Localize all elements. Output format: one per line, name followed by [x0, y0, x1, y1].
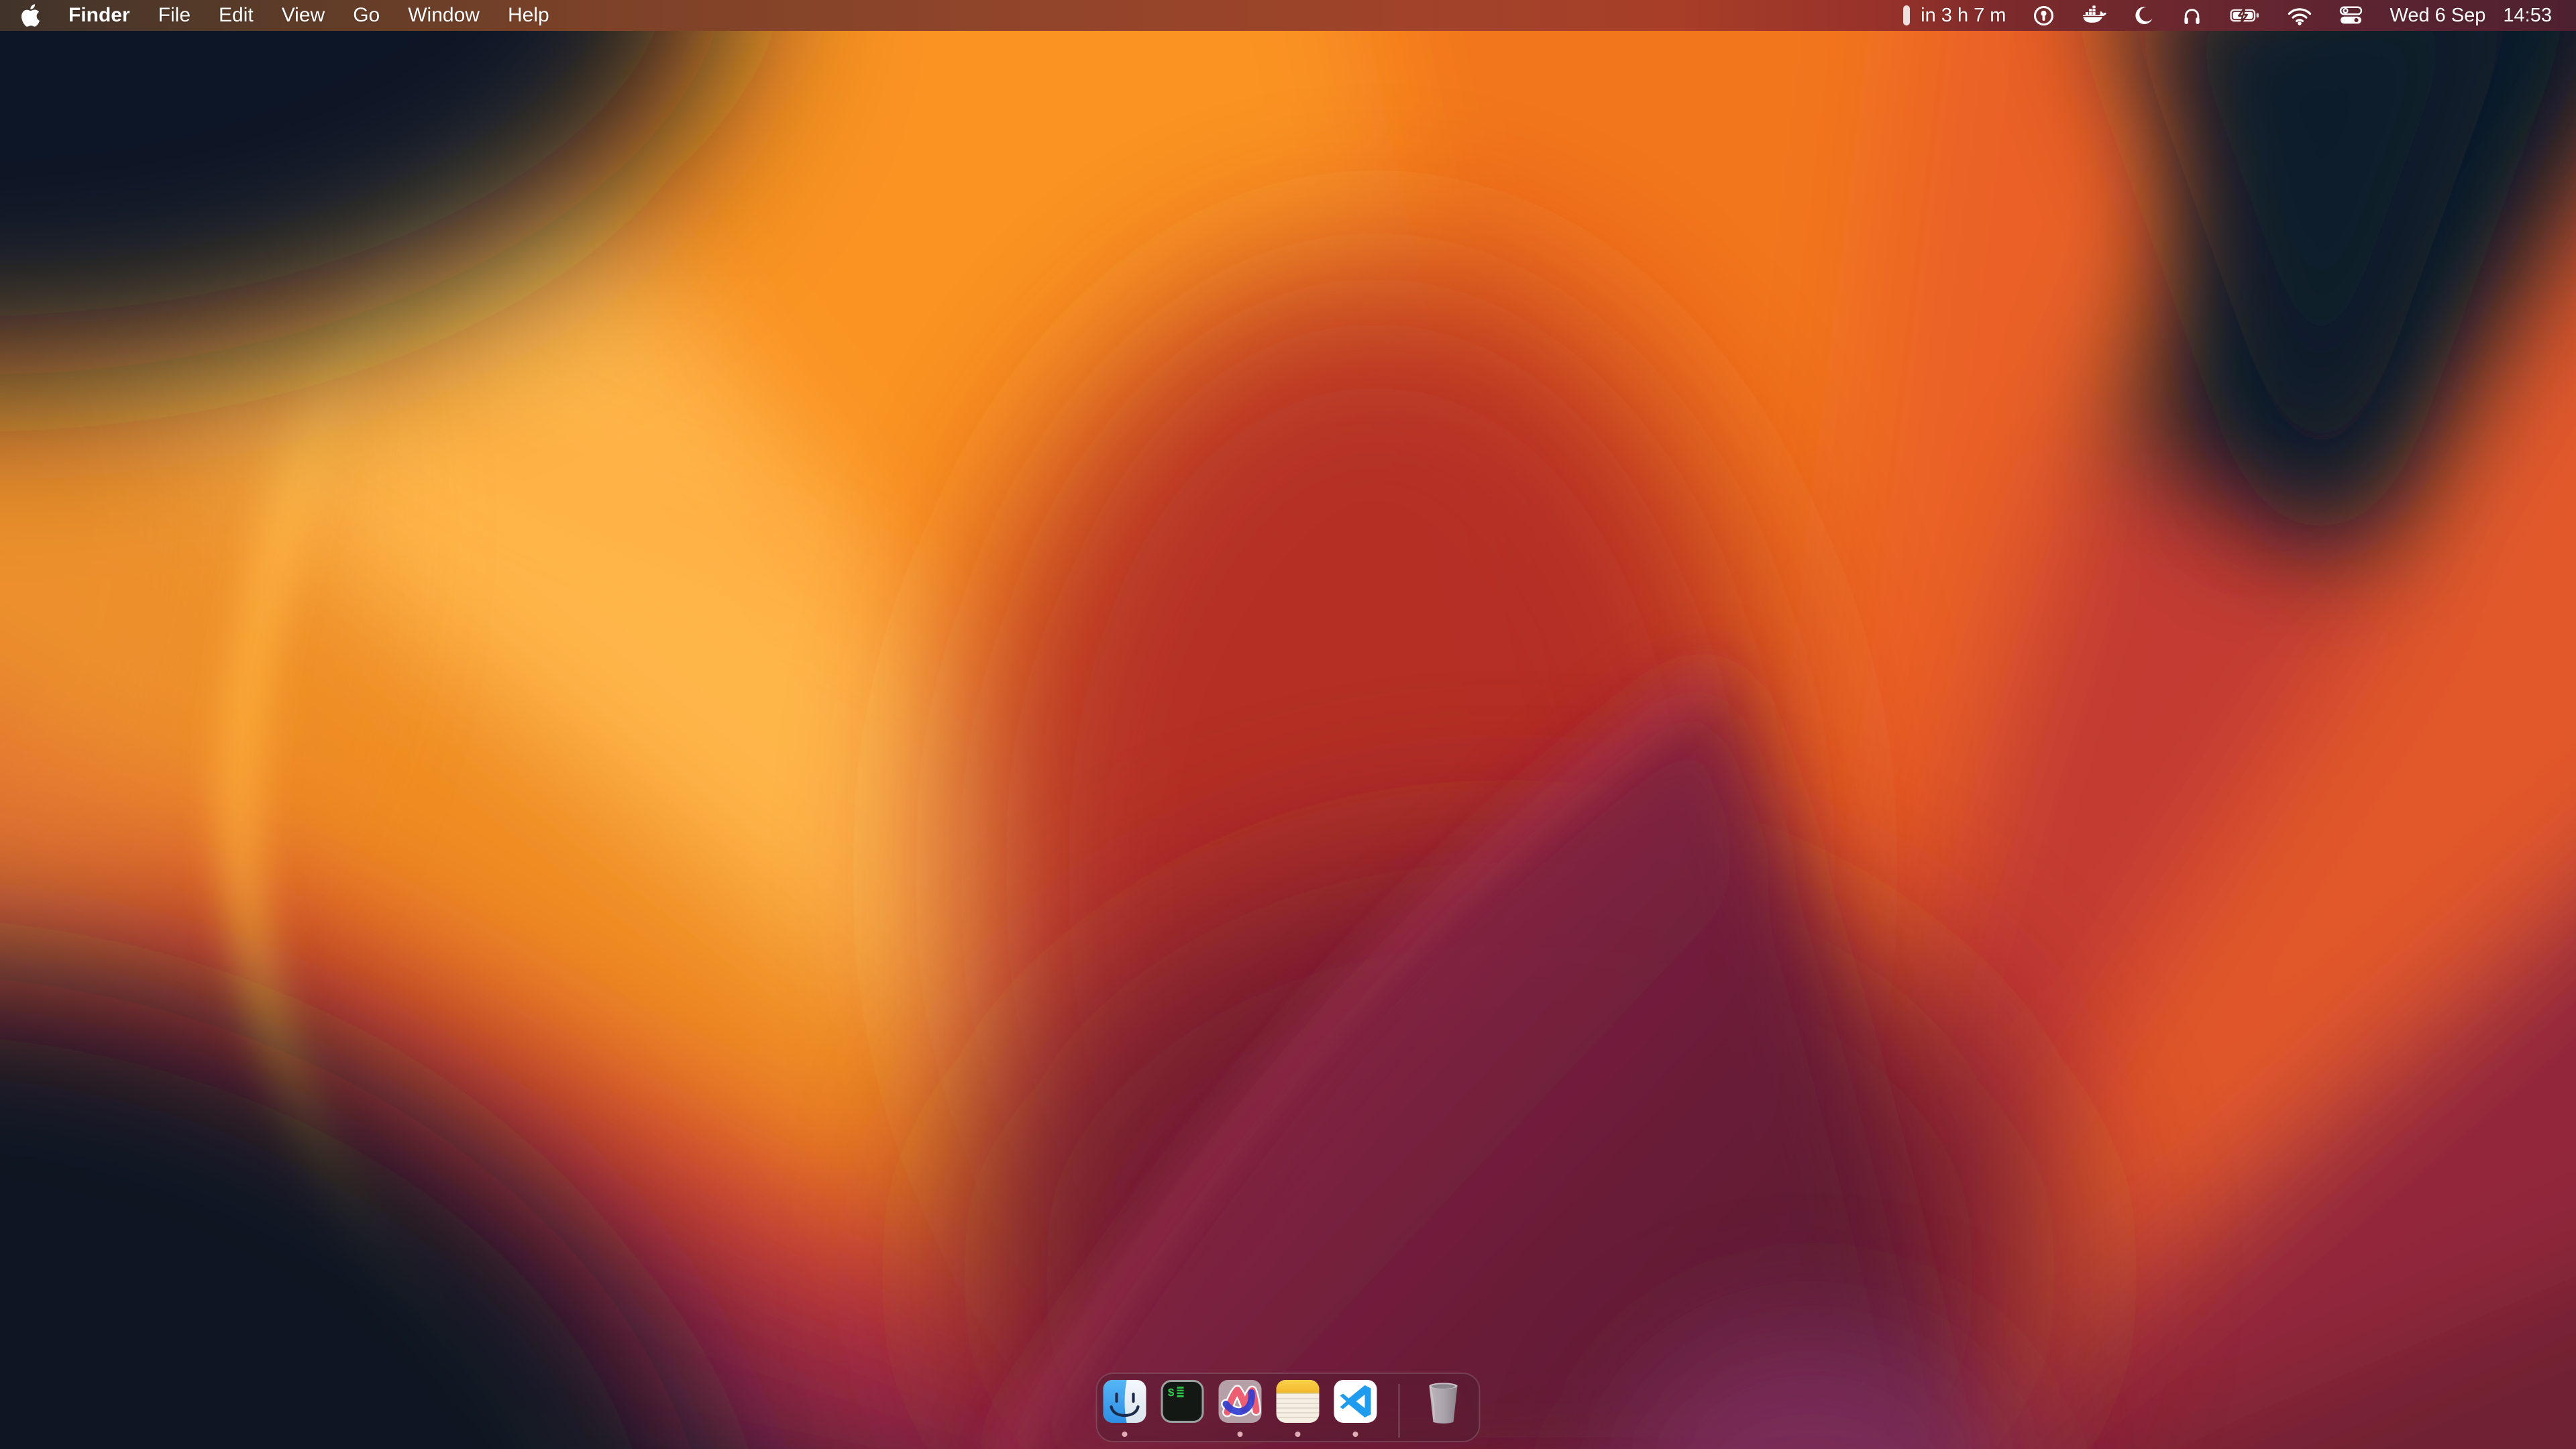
onepassword-keyhole-icon — [2033, 5, 2055, 27]
apple-menu[interactable] — [20, 3, 40, 28]
notes-icon — [1277, 1380, 1320, 1423]
running-indicator — [1353, 1432, 1358, 1437]
timer-status[interactable]: in 3 h 7 m — [1903, 5, 2006, 27]
menu-bar-status: in 3 h 7 m — [1903, 5, 2552, 27]
dock-terminal[interactable]: $ — [1161, 1380, 1204, 1423]
dock-finder[interactable] — [1104, 1380, 1146, 1423]
control-center-icon — [2339, 6, 2363, 25]
menu-bar-left: Finder File Edit View Go Window Help — [20, 3, 549, 28]
pill-indicator-icon — [1903, 5, 1910, 25]
headphones-icon — [2181, 5, 2203, 27]
dock-trash[interactable] — [1421, 1378, 1466, 1426]
vscode-icon — [1334, 1380, 1377, 1423]
arc-browser-icon — [1219, 1380, 1262, 1423]
finder-icon — [1104, 1380, 1146, 1423]
docker-menu-item[interactable] — [2082, 5, 2106, 25]
menu-view[interactable]: View — [282, 4, 325, 27]
dock-panel: $ — [1096, 1373, 1481, 1442]
dock-arc[interactable] — [1219, 1380, 1262, 1423]
time-text: 14:53 — [2503, 5, 2552, 27]
battery-menu-item[interactable] — [2230, 7, 2260, 23]
wifi-icon — [2287, 6, 2312, 25]
wallpaper-ventura — [0, 0, 2576, 1449]
menu-edit[interactable]: Edit — [219, 4, 254, 27]
audio-output-menu-item[interactable] — [2181, 5, 2203, 27]
running-indicator — [1122, 1432, 1128, 1437]
battery-charging-icon — [2230, 7, 2260, 23]
desktop[interactable]: Finder File Edit View Go Window Help in … — [0, 0, 2576, 1449]
onepassword-menu-item[interactable] — [2033, 5, 2055, 27]
menu-window[interactable]: Window — [408, 4, 480, 27]
docker-whale-icon — [2082, 5, 2106, 25]
wifi-menu-item[interactable] — [2287, 6, 2312, 25]
dock-notes[interactable] — [1277, 1380, 1320, 1423]
active-app-menu[interactable]: Finder — [68, 4, 130, 27]
running-indicator — [1238, 1432, 1243, 1437]
running-indicator — [1295, 1432, 1301, 1437]
clock-menu-item[interactable]: Wed 6 Sep 14:53 — [2390, 5, 2552, 27]
trash-icon — [1421, 1378, 1466, 1426]
wallpaper-art — [0, 0, 2576, 1449]
menu-bar: Finder File Edit View Go Window Help in … — [0, 0, 2576, 31]
terminal-icon: $ — [1161, 1380, 1204, 1423]
dock-vscode[interactable] — [1334, 1380, 1377, 1423]
dock-separator — [1399, 1384, 1400, 1438]
apple-logo-icon — [20, 3, 40, 28]
terminal-prompt-glyph: $ — [1168, 1387, 1175, 1400]
moon-focus-icon — [2133, 5, 2154, 26]
menu-go[interactable]: Go — [353, 4, 380, 27]
menu-file[interactable]: File — [158, 4, 191, 27]
focus-menu-item[interactable] — [2133, 5, 2154, 26]
dock: $ — [1096, 1373, 1481, 1442]
control-center-menu-item[interactable] — [2339, 6, 2363, 25]
date-text: Wed 6 Sep — [2390, 5, 2485, 27]
menu-help[interactable]: Help — [508, 4, 549, 27]
timer-text: in 3 h 7 m — [1921, 5, 2006, 27]
